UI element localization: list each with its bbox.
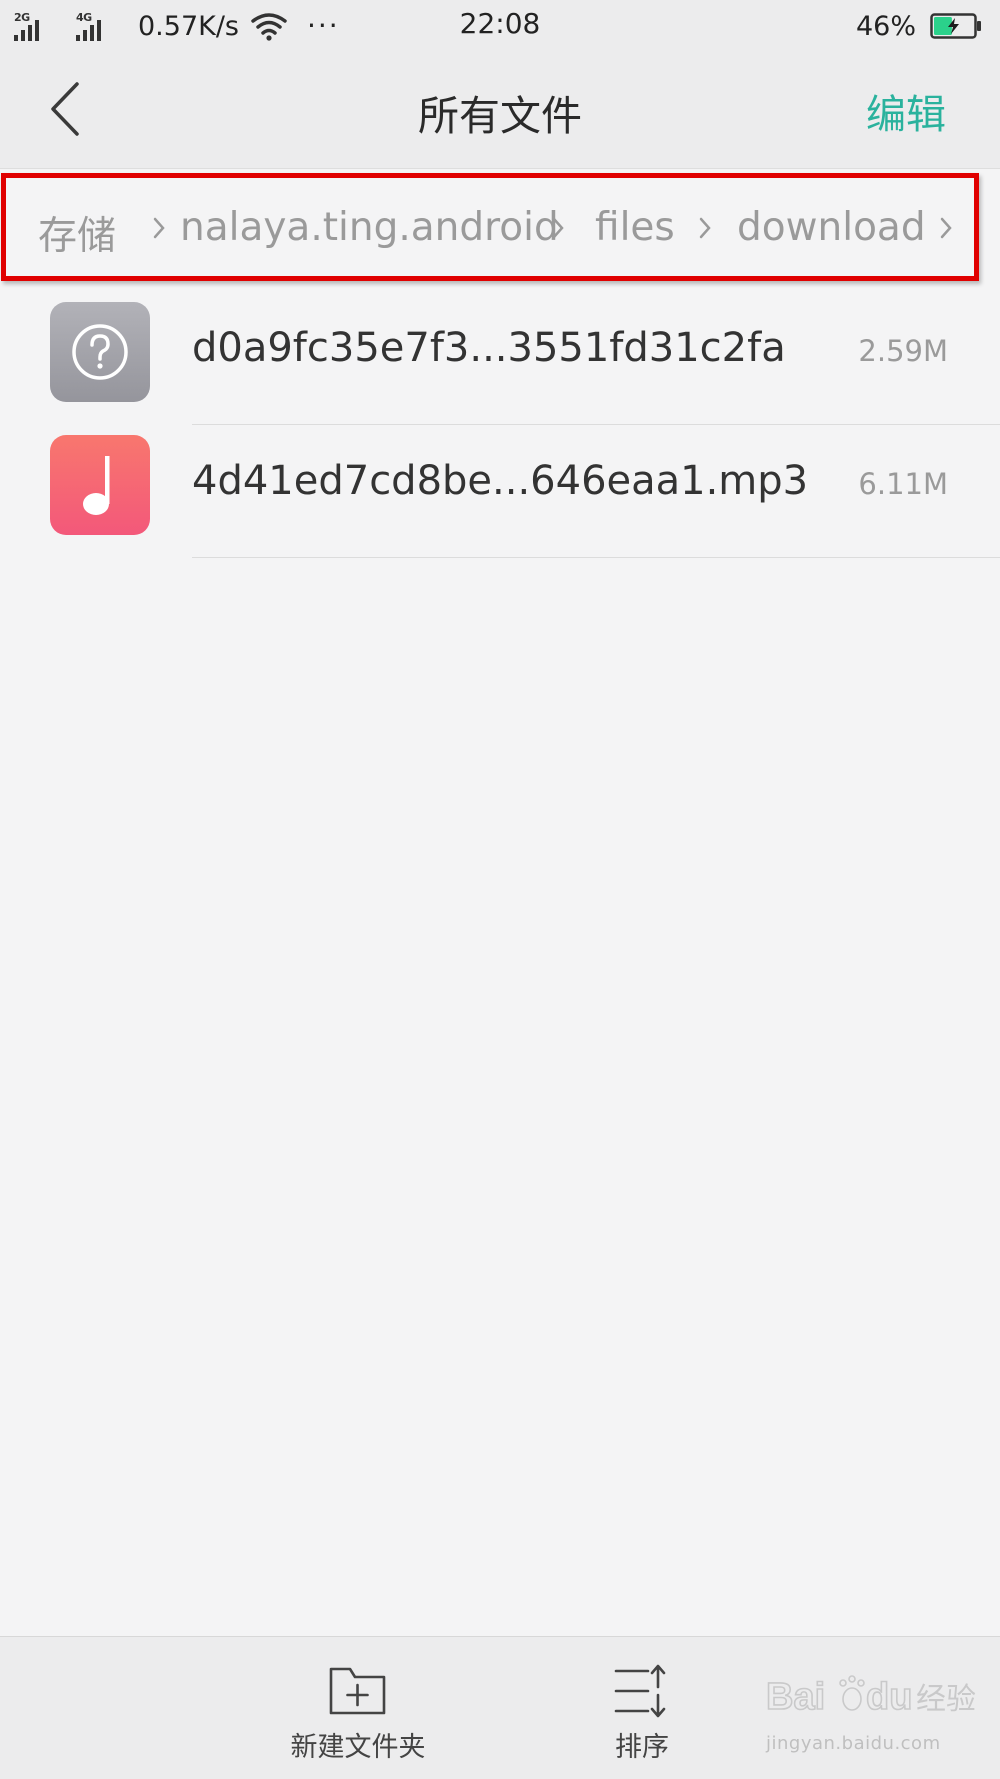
chevron-right-icon	[552, 217, 564, 239]
page-title: 所有文件	[418, 92, 582, 140]
new-folder-label: 新建文件夹	[290, 1732, 426, 1763]
file-row[interactable]: 4d41ed7cd8be...646eaa1.mp3 6.11M	[0, 425, 1000, 558]
chevron-right-icon	[699, 217, 711, 239]
sort-icon	[614, 1664, 666, 1718]
unknown-file-icon	[50, 302, 150, 402]
breadcrumb-item-storage[interactable]: 存储	[38, 205, 116, 261]
baidu-logo-icon: Bai du 经验	[765, 1675, 976, 1719]
breadcrumb-item-files[interactable]: files	[595, 205, 675, 250]
status-right-indicators: 46%	[856, 6, 982, 46]
file-size: 2.59M	[858, 334, 948, 368]
sort-button[interactable]: 排序	[552, 1637, 732, 1779]
baidu-jingyan-watermark: Bai du 经验 jingyan.baidu.com	[765, 1669, 986, 1765]
new-folder-button[interactable]: 新建文件夹	[268, 1637, 448, 1779]
svg-text:du: du	[866, 1676, 912, 1718]
battery-percent: 46%	[855, 10, 916, 42]
bottom-toolbar: 新建文件夹 排序 Bai du 经验 jingyan.baidu.com	[0, 1636, 1000, 1779]
svg-text:Bai: Bai	[766, 1676, 825, 1718]
file-size: 6.11M	[858, 467, 948, 501]
file-list: d0a9fc35e7f3...3551fd31c2fa 2.59M 4d41ed…	[0, 292, 1000, 558]
file-name: 4d41ed7cd8be...646eaa1.mp3	[192, 458, 809, 504]
row-divider	[192, 557, 1000, 558]
status-bar: 2G 4G 0.57K/s ··· 22:08 46%	[0, 0, 1000, 52]
breadcrumb-item-download[interactable]: download	[737, 205, 926, 250]
sort-label: 排序	[615, 1732, 669, 1763]
breadcrumb: 存储 nalaya.ting.android files download	[0, 169, 1000, 289]
chevron-right-icon	[940, 217, 952, 239]
svg-text:经验: 经验	[916, 1682, 976, 1717]
battery-charging-icon	[930, 13, 981, 39]
new-folder-icon	[329, 1667, 386, 1715]
breadcrumb-item-package[interactable]: nalaya.ting.android	[180, 205, 559, 250]
file-name: d0a9fc35e7f3...3551fd31c2fa	[192, 325, 786, 371]
watermark-url: jingyan.baidu.com	[766, 1733, 941, 1754]
edit-button[interactable]: 编辑	[866, 82, 946, 140]
navigation-bar: 所有文件 编辑	[0, 52, 1000, 169]
file-row[interactable]: d0a9fc35e7f3...3551fd31c2fa 2.59M	[0, 292, 1000, 425]
chevron-right-icon	[153, 217, 165, 239]
music-file-icon	[50, 435, 150, 535]
clock: 22:08	[459, 7, 541, 40]
